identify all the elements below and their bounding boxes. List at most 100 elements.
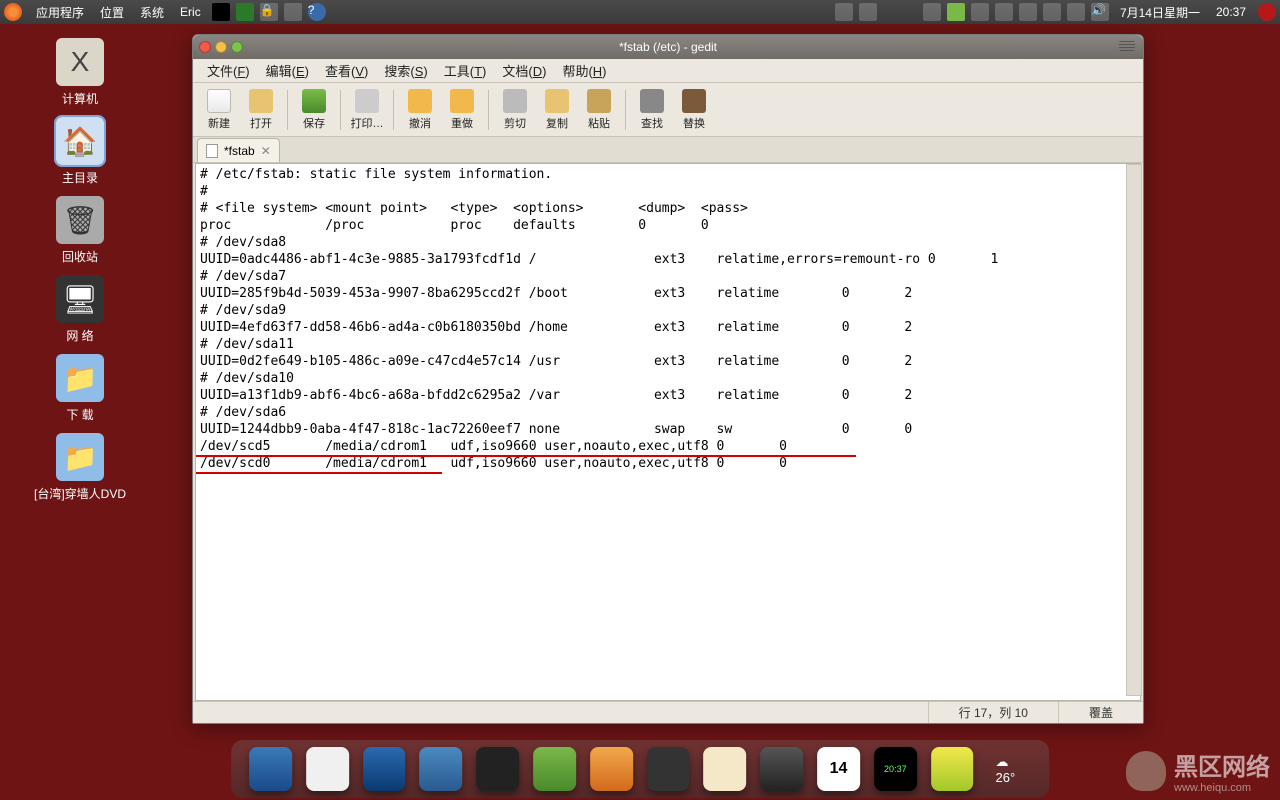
window-grip-icon [1119,41,1135,51]
toolbar-cut-button[interactable]: 剪切 [495,86,535,134]
dock-app-calendar[interactable]: 14 [817,747,860,791]
menu-v[interactable]: 查看(V) [317,61,376,80]
find-icon [640,89,664,113]
cut-icon [503,89,527,113]
dock-app-qq[interactable] [476,747,519,791]
wifi-icon[interactable] [995,3,1013,21]
toolbar-print-button[interactable]: 打印… [347,86,387,134]
panel-menu-user[interactable]: Eric [172,5,209,19]
copy-icon [545,89,569,113]
panel-menu-system[interactable]: 系统 [132,4,172,21]
desktop-icon-downloads[interactable]: 📁下 载 [20,354,140,423]
panel-menu-apps[interactable]: 应用程序 [28,4,92,21]
menu-e[interactable]: 编辑(E) [258,61,317,80]
toolbar-undo-button[interactable]: 撤消 [400,86,440,134]
window-minimize-button[interactable] [215,41,227,53]
dock-app-notes[interactable] [704,747,747,791]
update-icon[interactable] [923,3,941,21]
toolbar-replace-button[interactable]: 替换 [674,86,714,134]
toolbar-find-button[interactable]: 查找 [632,86,672,134]
scrollbar-vertical[interactable] [1126,164,1142,696]
toolbar-label: 打印… [351,115,384,131]
annotation-underline [196,472,442,474]
toolbar: 新建打开 保存 打印… 撤消重做 剪切 复制粘贴查找 替换 [193,83,1143,137]
ubuntu-logo-icon[interactable] [4,3,22,21]
tray-icon[interactable] [212,3,230,21]
titlebar[interactable]: *fstab (/etc) - gedit [193,35,1143,59]
panel-time[interactable]: 20:37 [1208,5,1254,19]
volume-icon[interactable]: 🔊 [1091,3,1109,21]
icon-label: [台湾]穿墙人DVD [20,485,140,502]
toolbar-label: 查找 [641,115,663,131]
bluetooth-icon[interactable] [1043,3,1061,21]
toolbar-label: 打开 [250,115,272,131]
toolbar-save-button[interactable]: 保存 [294,86,334,134]
tray-icon[interactable] [284,3,302,21]
toolbar-label: 替换 [683,115,705,131]
dock-app-browser[interactable] [420,747,463,791]
dock-app-wps[interactable] [249,747,292,791]
desktop-icon-computer[interactable]: X 计算机 [20,38,140,107]
panel-date[interactable]: 7月14日星期一 [1112,4,1208,21]
panel-menu-places[interactable]: 位置 [92,4,132,21]
help-icon[interactable]: ? [308,3,326,21]
icon-label: 回收站 [20,248,140,265]
dock: 14 20:37 ☁ 26° [231,740,1049,798]
dock-app-msn[interactable] [533,747,576,791]
printer-icon[interactable] [971,3,989,21]
annotation-underline [196,455,856,457]
top-panel: 应用程序 位置 系统 Eric 🔒 ? 🔊 7月14日星期一 20:37 [0,0,1280,24]
applet-icon[interactable] [835,3,853,21]
toolbar-open-button[interactable]: 打开 [241,86,281,134]
dock-app-ipod[interactable] [306,747,349,791]
tray-icon[interactable] [1067,3,1085,21]
toolbar-copy-button[interactable]: 复制 [537,86,577,134]
desktop-icon-network[interactable]: 🖥网 络 [20,275,140,344]
toolbar-label: 剪切 [504,115,526,131]
toolbar-label: 保存 [303,115,325,131]
new-icon [207,89,231,113]
status-insert-mode[interactable]: 覆盖 [1058,702,1143,723]
icon-label: 下 载 [20,406,140,423]
dock-app-firefox[interactable] [590,747,633,791]
tray-icon[interactable] [236,3,254,21]
applet-icon[interactable] [859,3,877,21]
dock-app-expose[interactable] [760,747,803,791]
desktop-icon-home[interactable]: 🏠主目录 [20,117,140,186]
mushroom-icon [1126,751,1166,791]
computer-icon: X [56,38,104,86]
dock-app-clock[interactable]: 20:37 [874,747,917,791]
power-icon[interactable] [1258,3,1276,21]
toolbar-label: 复制 [546,115,568,131]
menu-s[interactable]: 搜索(S) [376,61,435,80]
trash-icon: 🗑 [56,196,104,244]
lock-icon[interactable]: 🔒 [260,3,278,21]
gedit-window: *fstab (/etc) - gedit 文件(F)编辑(E)查看(V)搜索(… [192,34,1144,724]
phone-icon[interactable] [1019,3,1037,21]
icon-label: 计算机 [20,90,140,107]
toolbar-redo-button[interactable]: 重做 [442,86,482,134]
document-tab[interactable]: *fstab ✕ [197,138,280,162]
menu-h[interactable]: 帮助(H) [554,61,614,80]
toolbar-paste-button[interactable]: 粘贴 [579,86,619,134]
window-maximize-button[interactable] [231,41,243,53]
redo-icon [450,89,474,113]
user-icon[interactable] [947,3,965,21]
menu-d[interactable]: 文档(D) [494,61,554,80]
menu-f[interactable]: 文件(F) [199,61,258,80]
menubar: 文件(F)编辑(E)查看(V)搜索(S)工具(T)文档(D)帮助(H) [193,59,1143,83]
desktop-icon-dvd[interactable]: 📁[台湾]穿墙人DVD [20,433,140,502]
toolbar-label: 重做 [451,115,473,131]
menu-t[interactable]: 工具(T) [436,61,495,80]
dock-app-player[interactable] [363,747,406,791]
window-close-button[interactable] [199,41,211,53]
dock-app-terminal[interactable] [647,747,690,791]
editor-textarea[interactable]: # /etc/fstab: static file system informa… [195,163,1141,701]
desktop-icon-trash[interactable]: 🗑 回收站 [20,196,140,265]
dock-app-battery[interactable] [931,747,974,791]
dock-weather[interactable]: ☁ 26° [996,754,1031,785]
paste-icon [587,89,611,113]
tab-close-button[interactable]: ✕ [261,144,271,158]
document-icon [206,144,218,158]
toolbar-new-button[interactable]: 新建 [199,86,239,134]
